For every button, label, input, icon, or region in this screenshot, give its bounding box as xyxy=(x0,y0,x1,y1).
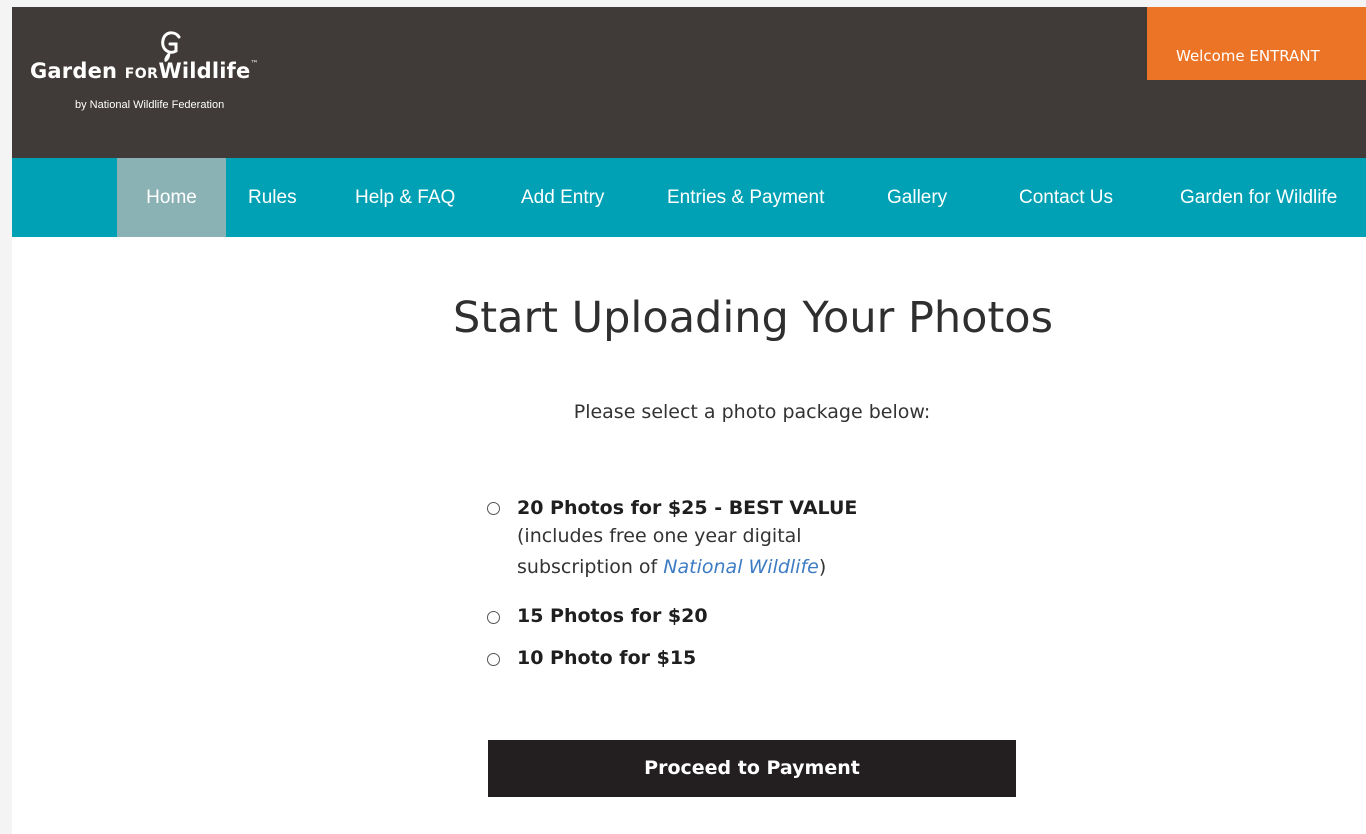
package-description-prefix: subscription of xyxy=(517,556,664,578)
package-radio-15-photos[interactable] xyxy=(487,611,500,624)
logo-word-garden: Garden xyxy=(30,59,118,83)
trademark-mark: ™ xyxy=(250,59,259,68)
package-description-20-photos: (includes free one year digital subscrip… xyxy=(517,521,826,583)
nav-item-entries-payment[interactable]: Entries & Payment xyxy=(667,158,824,237)
package-description-line-2: subscription of National Wildlife) xyxy=(517,552,826,583)
garden-for-wildlife-logo[interactable]: Garden FORWildlife™ by National Wildlife… xyxy=(30,29,330,129)
main-content: Start Uploading Your Photos Please selec… xyxy=(12,237,1366,834)
welcome-user-button[interactable]: Welcome ENTRANT xyxy=(1147,7,1366,80)
nav-item-garden-for-wildlife[interactable]: Garden for Wildlife xyxy=(1180,158,1337,237)
garden-g-leaf-icon xyxy=(161,31,181,62)
nav-item-add-entry[interactable]: Add Entry xyxy=(521,158,604,237)
logo-word-for: FOR xyxy=(124,66,159,82)
page-title: Start Uploading Your Photos xyxy=(452,293,1054,343)
package-radio-20-photos[interactable] xyxy=(487,502,500,515)
main-navigation: Home Rules Help & FAQ Add Entry Entries … xyxy=(12,158,1366,237)
proceed-to-payment-button[interactable]: Proceed to Payment xyxy=(488,740,1016,797)
package-label-15-photos[interactable]: 15 Photos for $20 xyxy=(517,605,708,627)
national-wildlife-magazine-link[interactable]: National Wildlife xyxy=(663,556,819,578)
page-margin xyxy=(0,0,12,834)
package-description-line-1: (includes free one year digital xyxy=(517,525,802,547)
package-label-10-photos[interactable]: 10 Photo for $15 xyxy=(517,647,696,669)
package-instruction: Please select a photo package below: xyxy=(573,401,931,423)
package-description-suffix: ) xyxy=(818,556,827,578)
nav-item-home[interactable]: Home xyxy=(117,158,226,237)
nav-item-help-faq[interactable]: Help & FAQ xyxy=(355,158,455,237)
nav-item-contact-us[interactable]: Contact Us xyxy=(1019,158,1113,237)
logo-word-wildlife: Wildlife xyxy=(158,59,251,83)
package-label-20-photos[interactable]: 20 Photos for $25 - BEST VALUE xyxy=(517,497,857,519)
logo-tagline: by National Wildlife Federation xyxy=(75,99,225,111)
nav-item-rules[interactable]: Rules xyxy=(248,158,297,237)
nav-item-gallery[interactable]: Gallery xyxy=(887,158,947,237)
logo-wordmark: Garden FORWildlife™ xyxy=(30,59,259,83)
package-radio-10-photos[interactable] xyxy=(487,653,500,666)
